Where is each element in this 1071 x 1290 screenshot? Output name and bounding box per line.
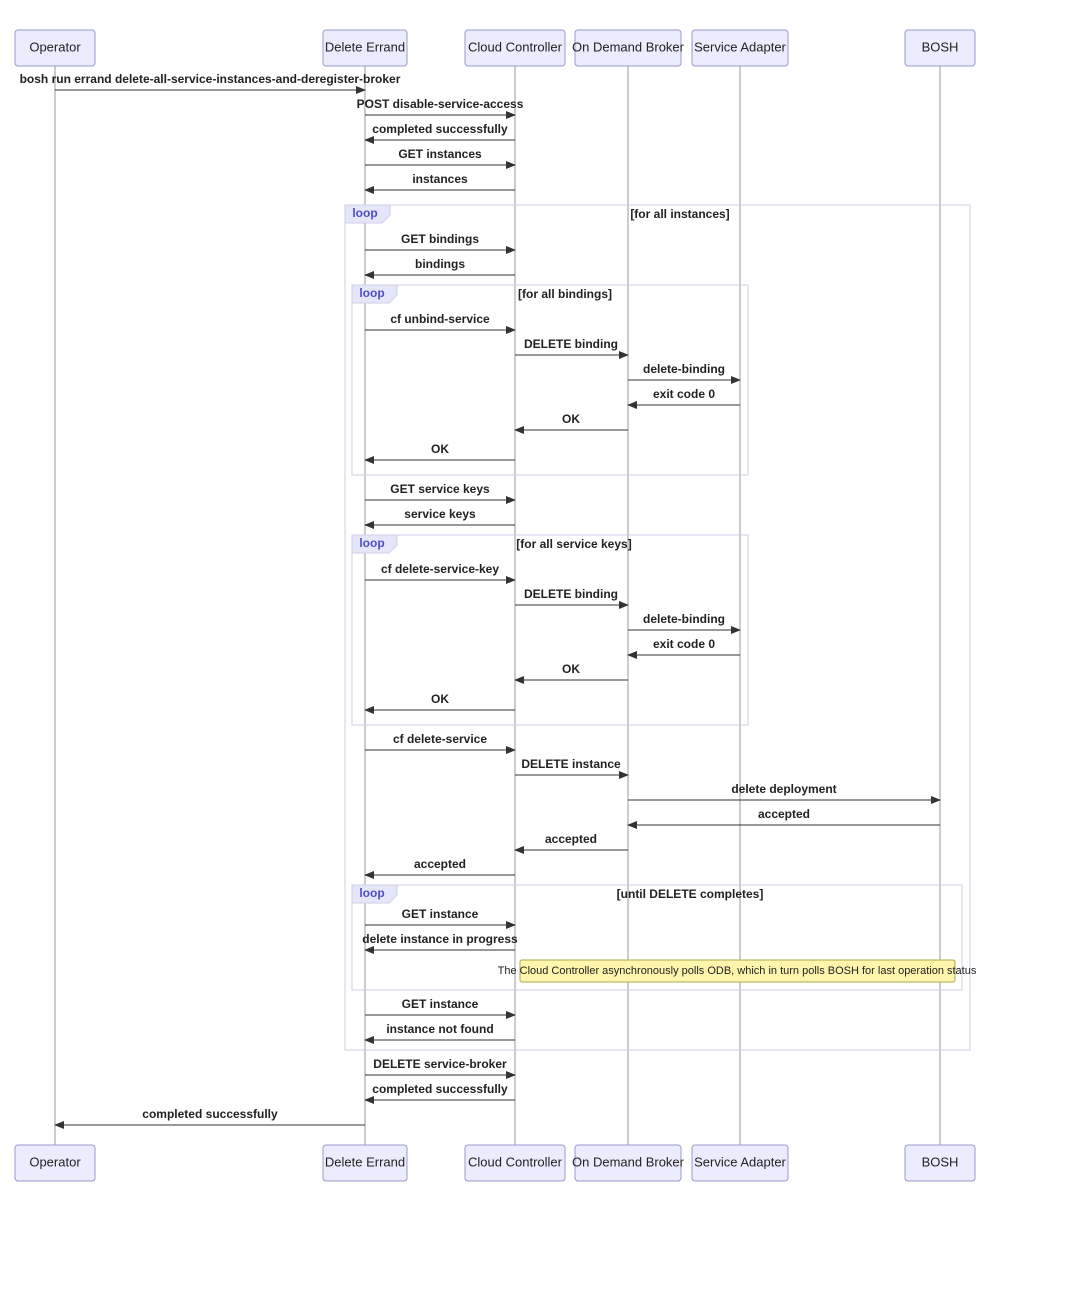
svg-text:loop: loop bbox=[359, 286, 384, 300]
msg-delete-in-progress: delete instance in progress bbox=[362, 932, 518, 946]
msg-exit-code-0-1: exit code 0 bbox=[653, 387, 715, 401]
loop-cond-bindings: [for all bindings] bbox=[518, 287, 612, 301]
actor-on-demand-broker-bottom: On Demand Broker bbox=[572, 1145, 685, 1181]
msg-completed-2: completed successfully bbox=[372, 1082, 508, 1096]
msg-delete-instance: DELETE instance bbox=[521, 757, 621, 771]
msg-run-errand: bosh run errand delete-all-service-insta… bbox=[20, 72, 401, 86]
svg-text:Operator: Operator bbox=[29, 1154, 81, 1169]
svg-text:loop: loop bbox=[359, 536, 384, 550]
msg-cf-delete-service: cf delete-service bbox=[393, 732, 487, 746]
msg-get-instance-2: GET instance bbox=[402, 997, 479, 1011]
svg-text:Service Adapter: Service Adapter bbox=[694, 1154, 786, 1169]
msg-service-keys: service keys bbox=[404, 507, 476, 521]
msg-get-instance-1: GET instance bbox=[402, 907, 479, 921]
msg-delete-deployment: delete deployment bbox=[731, 782, 836, 796]
msg-exit-code-0-2: exit code 0 bbox=[653, 637, 715, 651]
loop-cond-instances: [for all instances] bbox=[630, 207, 729, 221]
msg-delete-service-broker: DELETE service-broker bbox=[373, 1057, 507, 1071]
msg-cf-unbind: cf unbind-service bbox=[390, 312, 490, 326]
msg-ok-1: OK bbox=[562, 412, 580, 426]
msg-delete-binding-call-1: delete-binding bbox=[643, 362, 725, 376]
msg-accepted-2: accepted bbox=[545, 832, 597, 846]
msg-get-instances: GET instances bbox=[398, 147, 482, 161]
msg-delete-binding-2: DELETE binding bbox=[524, 587, 618, 601]
msg-bindings: bindings bbox=[415, 257, 465, 271]
svg-text:On Demand Broker: On Demand Broker bbox=[572, 39, 685, 54]
svg-text:Delete Errand: Delete Errand bbox=[325, 39, 405, 54]
loop-cond-until-delete: [until DELETE completes] bbox=[617, 887, 764, 901]
actor-on-demand-broker-top: On Demand Broker bbox=[572, 30, 685, 66]
msg-accepted-3: accepted bbox=[414, 857, 466, 871]
msg-ok-2: OK bbox=[431, 442, 449, 456]
actor-cloud-controller-top: Cloud Controller bbox=[465, 30, 565, 66]
msg-completed-3: completed successfully bbox=[142, 1107, 278, 1121]
svg-text:The Cloud Controller asynchron: The Cloud Controller asynchronously poll… bbox=[498, 965, 977, 977]
actor-service-adapter-bottom: Service Adapter bbox=[692, 1145, 788, 1181]
svg-text:loop: loop bbox=[352, 206, 377, 220]
svg-text:loop: loop bbox=[359, 886, 384, 900]
svg-text:Cloud Controller: Cloud Controller bbox=[468, 1154, 563, 1169]
msg-completed-1: completed successfully bbox=[372, 122, 508, 136]
msg-instances: instances bbox=[412, 172, 468, 186]
msg-delete-binding-call-2: delete-binding bbox=[643, 612, 725, 626]
svg-text:Delete Errand: Delete Errand bbox=[325, 1154, 405, 1169]
svg-text:BOSH: BOSH bbox=[922, 39, 959, 54]
actor-delete-errand-top: Delete Errand bbox=[323, 30, 407, 66]
loop-all-instances bbox=[345, 205, 970, 1050]
msg-post-disable: POST disable-service-access bbox=[357, 97, 524, 111]
actor-service-adapter-top: Service Adapter bbox=[692, 30, 788, 66]
actor-delete-errand-bottom: Delete Errand bbox=[323, 1145, 407, 1181]
msg-cf-delete-service-key: cf delete-service-key bbox=[381, 562, 499, 576]
sequence-diagram: Operator Delete Errand Cloud Controller … bbox=[0, 0, 1071, 1290]
msg-ok-3: OK bbox=[562, 662, 580, 676]
svg-text:Operator: Operator bbox=[29, 39, 81, 54]
svg-text:Service Adapter: Service Adapter bbox=[694, 39, 786, 54]
actor-bosh-top: BOSH bbox=[905, 30, 975, 66]
loop-cond-service-keys: [for all service keys] bbox=[516, 537, 631, 551]
actor-operator-top: Operator bbox=[15, 30, 95, 66]
msg-get-service-keys: GET service keys bbox=[390, 482, 490, 496]
msg-accepted-1: accepted bbox=[758, 807, 810, 821]
actor-cloud-controller-bottom: Cloud Controller bbox=[465, 1145, 565, 1181]
svg-text:BOSH: BOSH bbox=[922, 1154, 959, 1169]
actor-operator-bottom: Operator bbox=[15, 1145, 95, 1181]
msg-get-bindings: GET bindings bbox=[401, 232, 479, 246]
actor-bosh-bottom: BOSH bbox=[905, 1145, 975, 1181]
msg-ok-4: OK bbox=[431, 692, 449, 706]
msg-instance-not-found: instance not found bbox=[386, 1022, 493, 1036]
svg-text:Cloud Controller: Cloud Controller bbox=[468, 39, 563, 54]
svg-text:On Demand Broker: On Demand Broker bbox=[572, 1154, 685, 1169]
msg-delete-binding-1: DELETE binding bbox=[524, 337, 618, 351]
